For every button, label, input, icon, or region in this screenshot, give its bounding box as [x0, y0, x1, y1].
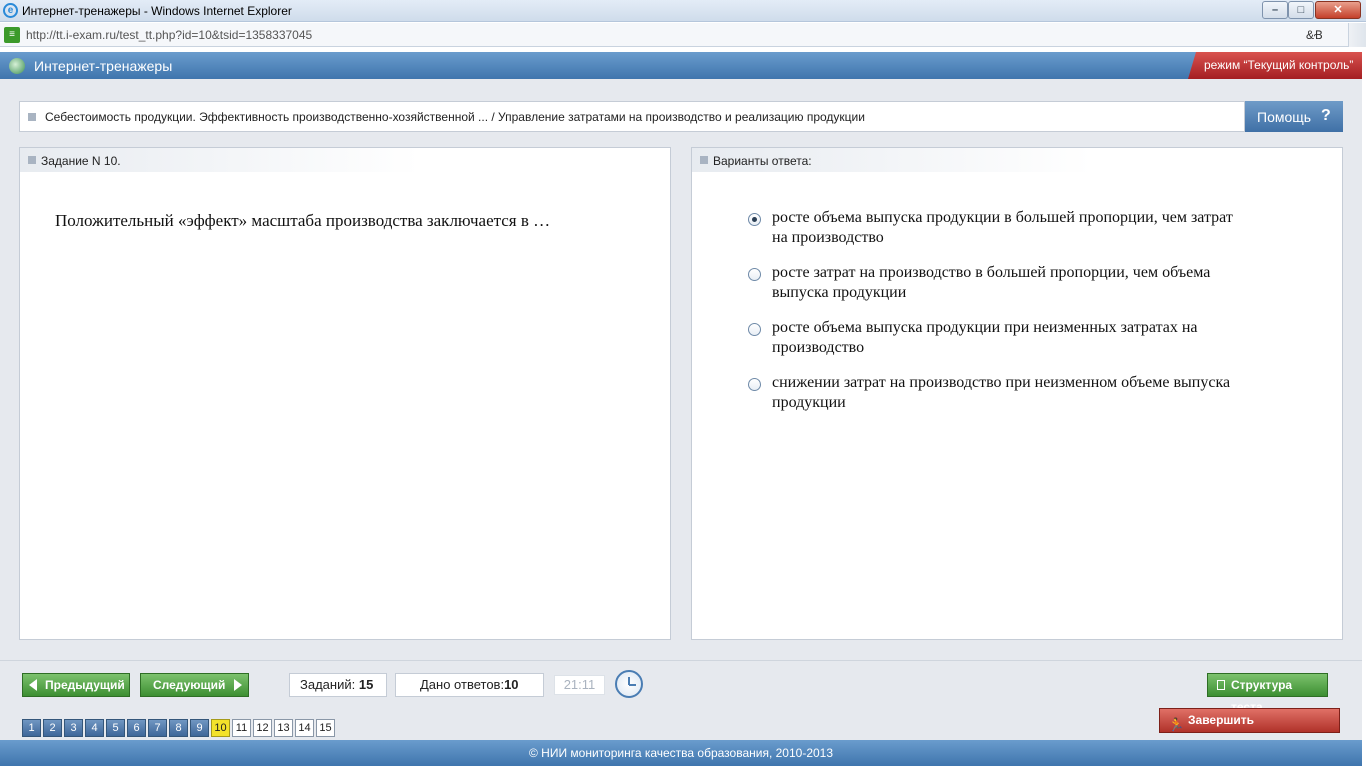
mode-badge: режим “Текущий контроль” — [1188, 52, 1362, 79]
task-panel-header: Задание N 10. — [20, 148, 420, 172]
page-button-8[interactable]: 8 — [169, 719, 188, 737]
question-mark-icon: ? — [1321, 107, 1331, 124]
answers-panel: Варианты ответа: росте объема выпуска пр… — [691, 147, 1343, 640]
answered-counter: Дано ответов:10 — [395, 673, 544, 697]
next-button[interactable]: Следующий — [140, 673, 249, 697]
bullet-icon — [700, 156, 708, 164]
test-structure-button[interactable]: Структура теста — [1207, 673, 1328, 714]
page-button-2[interactable]: 2 — [43, 719, 62, 737]
page-button-13[interactable]: 13 — [274, 719, 293, 737]
question-text: Положительный «эффект» масштаба производ… — [55, 211, 551, 230]
running-man-icon: 🏃 — [1168, 717, 1185, 732]
answer-radio[interactable] — [748, 378, 761, 391]
task-title: Задание N 10. — [41, 154, 121, 168]
page-button-5[interactable]: 5 — [106, 719, 125, 737]
app-title: Интернет-тренажеры — [34, 58, 173, 74]
page-button-9[interactable]: 9 — [190, 719, 209, 737]
tasks-count: 15 — [358, 677, 374, 692]
answered-count: 10 — [504, 677, 519, 692]
compatibility-icon[interactable]: &Ꞗ — [1306, 26, 1323, 43]
scrollbar[interactable] — [1348, 23, 1366, 47]
task-panel: Задание N 10. Положительный «эффект» мас… — [19, 147, 671, 640]
app-logo-icon — [9, 58, 25, 74]
window-titlebar: e Интернет-тренажеры - Windows Internet … — [0, 0, 1366, 22]
page-button-4[interactable]: 4 — [85, 719, 104, 737]
footer: © НИИ мониторинга качества образования, … — [0, 740, 1362, 766]
answer-radio[interactable] — [748, 268, 761, 281]
answer-text: росте объема выпуска продукции в большей… — [772, 209, 1233, 246]
answer-radio[interactable] — [748, 323, 761, 336]
document-icon — [1217, 680, 1225, 690]
page-button-10[interactable]: 10 — [211, 719, 230, 737]
answers-panel-header: Варианты ответа: — [692, 148, 1092, 172]
address-bar: ≡ http://tt.i-exam.ru/test_tt.php?id=10&… — [0, 23, 1366, 47]
internet-explorer-icon: e — [3, 3, 18, 18]
breadcrumb: Себестоимость продукции. Эффективность п… — [19, 101, 1245, 132]
page-button-14[interactable]: 14 — [295, 719, 314, 737]
finish-test-button[interactable]: 🏃 Завершить тестирование — [1159, 708, 1340, 750]
arrow-right-icon — [234, 679, 242, 691]
answers-title: Варианты ответа: — [713, 154, 812, 168]
address-url[interactable]: http://tt.i-exam.ru/test_tt.php?id=10&ts… — [26, 28, 312, 42]
bullet-icon — [28, 113, 36, 121]
next-label: Следующий — [153, 678, 226, 692]
answer-text: снижении затрат на производство при неиз… — [772, 374, 1231, 411]
page-button-15[interactable]: 15 — [316, 719, 335, 737]
timer: 21:11 — [554, 675, 605, 695]
answer-text: росте объема выпуска продукции при неизм… — [772, 319, 1198, 356]
answer-text: росте затрат на производство в большей п… — [772, 264, 1211, 301]
bullet-icon — [28, 156, 36, 164]
answer-radio[interactable] — [748, 213, 761, 226]
help-button[interactable]: Помощь ? — [1245, 101, 1343, 132]
clock-icon[interactable] — [615, 670, 643, 698]
page-favicon-icon: ≡ — [4, 27, 20, 43]
page-button-1[interactable]: 1 — [22, 719, 41, 737]
page-button-11[interactable]: 11 — [232, 719, 251, 737]
window-title: Интернет-тренажеры - Windows Internet Ex… — [22, 4, 292, 18]
answered-label: Дано ответов: — [420, 677, 505, 692]
minimize-button[interactable]: – — [1262, 1, 1288, 19]
maximize-button[interactable]: □ — [1288, 1, 1314, 19]
page-button-6[interactable]: 6 — [127, 719, 146, 737]
app-header: Интернет-тренажеры — [0, 52, 1362, 79]
page-button-7[interactable]: 7 — [148, 719, 167, 737]
page-button-12[interactable]: 12 — [253, 719, 272, 737]
arrow-left-icon — [29, 679, 37, 691]
close-button[interactable]: ✕ — [1315, 1, 1361, 19]
help-label: Помощь — [1257, 109, 1312, 125]
previous-label: Предыдущий — [45, 678, 125, 692]
previous-button[interactable]: Предыдущий — [22, 673, 130, 697]
tasks-counter: Заданий: 15 — [289, 673, 387, 697]
page-button-3[interactable]: 3 — [64, 719, 83, 737]
breadcrumb-text: Себестоимость продукции. Эффективность п… — [45, 110, 865, 124]
tasks-label: Заданий: — [300, 677, 356, 692]
